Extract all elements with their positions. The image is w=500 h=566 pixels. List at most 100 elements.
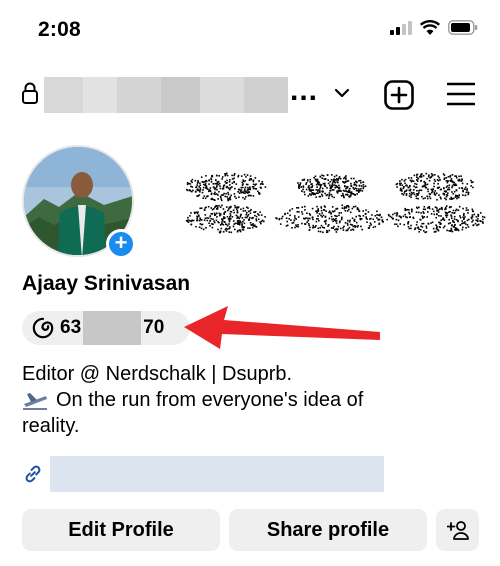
noise-dot — [376, 214, 378, 216]
noise-dot — [214, 182, 216, 185]
avatar-wrap[interactable]: + — [22, 145, 138, 261]
noise-dot — [414, 182, 416, 185]
noise-dot — [281, 217, 283, 220]
noise-dot — [321, 216, 323, 218]
noise-dot — [221, 178, 223, 180]
noise-dot — [392, 213, 394, 216]
noise-dot — [427, 190, 429, 193]
username-redacted[interactable] — [44, 77, 288, 113]
noise-dot — [340, 190, 342, 192]
noise-dot — [423, 181, 425, 183]
noise-dot — [453, 215, 456, 218]
noise-dot — [429, 177, 431, 179]
username-ellipsis[interactable]: ... — [290, 76, 318, 106]
noise-dot — [342, 180, 344, 183]
noise-dot — [188, 189, 191, 191]
noise-dot — [310, 190, 312, 192]
noise-dot — [236, 222, 239, 224]
noise-dot — [445, 212, 448, 214]
noise-dot — [449, 222, 452, 224]
noise-dot — [472, 219, 474, 222]
noise-dot — [423, 185, 425, 187]
bio-line-3: reality. — [22, 415, 80, 437]
noise-dot — [455, 189, 458, 192]
noise-dot — [198, 215, 200, 217]
new-post-icon[interactable] — [384, 80, 414, 110]
noise-dot — [301, 179, 304, 181]
noise-dot — [332, 227, 334, 229]
noise-dot — [344, 185, 346, 188]
noise-dot — [444, 197, 446, 200]
noise-dot — [209, 220, 211, 222]
noise-dot — [415, 223, 418, 226]
noise-dot — [433, 178, 436, 181]
noise-dot — [450, 217, 453, 220]
noise-dot — [308, 229, 311, 231]
noise-dot — [240, 213, 242, 216]
noise-dot — [215, 204, 218, 207]
noise-dot — [192, 219, 195, 222]
noise-dot — [301, 211, 303, 213]
noise-dot — [370, 223, 372, 226]
noise-dot — [414, 186, 417, 189]
noise-dot — [330, 179, 333, 181]
noise-dot — [316, 212, 318, 214]
noise-dot — [399, 189, 402, 192]
noise-dot — [402, 186, 405, 188]
noise-dot — [396, 186, 398, 188]
noise-dot — [236, 220, 239, 222]
noise-dot — [331, 218, 333, 221]
noise-dot — [450, 214, 452, 216]
noise-dot — [452, 193, 455, 195]
noise-dot — [204, 207, 207, 209]
noise-dot — [467, 226, 470, 228]
noise-dot — [207, 217, 210, 219]
discover-people-button[interactable] — [436, 509, 479, 551]
noise-dot — [459, 224, 462, 226]
noise-dot — [434, 180, 437, 183]
noise-dot — [291, 227, 293, 229]
noise-dot — [422, 208, 425, 210]
noise-dot — [406, 216, 409, 219]
noise-dot — [432, 188, 434, 191]
noise-dot — [451, 224, 453, 226]
chevron-down-icon[interactable] — [334, 88, 350, 98]
menu-icon[interactable] — [447, 82, 475, 106]
noise-dot — [319, 191, 321, 194]
noise-dot — [302, 188, 304, 191]
noise-dot — [297, 225, 299, 228]
noise-dot — [200, 207, 203, 209]
noise-dot — [234, 195, 236, 198]
link-url-redacted[interactable] — [50, 456, 384, 492]
noise-dot — [241, 217, 244, 219]
noise-dot — [224, 211, 226, 214]
noise-dot — [416, 173, 419, 176]
noise-dot — [294, 217, 296, 219]
noise-dot — [361, 185, 363, 187]
noise-dot — [472, 210, 474, 213]
noise-dot — [319, 188, 321, 190]
noise-dot — [257, 218, 260, 221]
add-story-button[interactable]: + — [106, 229, 136, 259]
noise-dot — [398, 215, 401, 217]
noise-dot — [243, 222, 246, 225]
noise-dot — [436, 209, 438, 211]
noise-dot — [359, 179, 362, 182]
noise-dot — [335, 222, 338, 224]
noise-dot — [482, 222, 484, 224]
edit-profile-button[interactable]: Edit Profile — [22, 509, 220, 551]
noise-dot — [251, 186, 254, 188]
noise-dot — [422, 222, 425, 225]
bio-link[interactable] — [22, 456, 384, 492]
share-profile-button[interactable]: Share profile — [229, 509, 427, 551]
noise-dot — [223, 221, 225, 223]
noise-dot — [304, 209, 306, 211]
threads-badge[interactable]: 63 70 — [22, 311, 190, 345]
noise-dot — [199, 184, 201, 186]
noise-dot — [353, 218, 356, 221]
noise-dot — [279, 223, 282, 225]
noise-dot — [365, 209, 367, 211]
noise-dot — [258, 180, 260, 182]
noise-dot — [464, 216, 466, 218]
threads-count-redacted — [83, 311, 142, 345]
